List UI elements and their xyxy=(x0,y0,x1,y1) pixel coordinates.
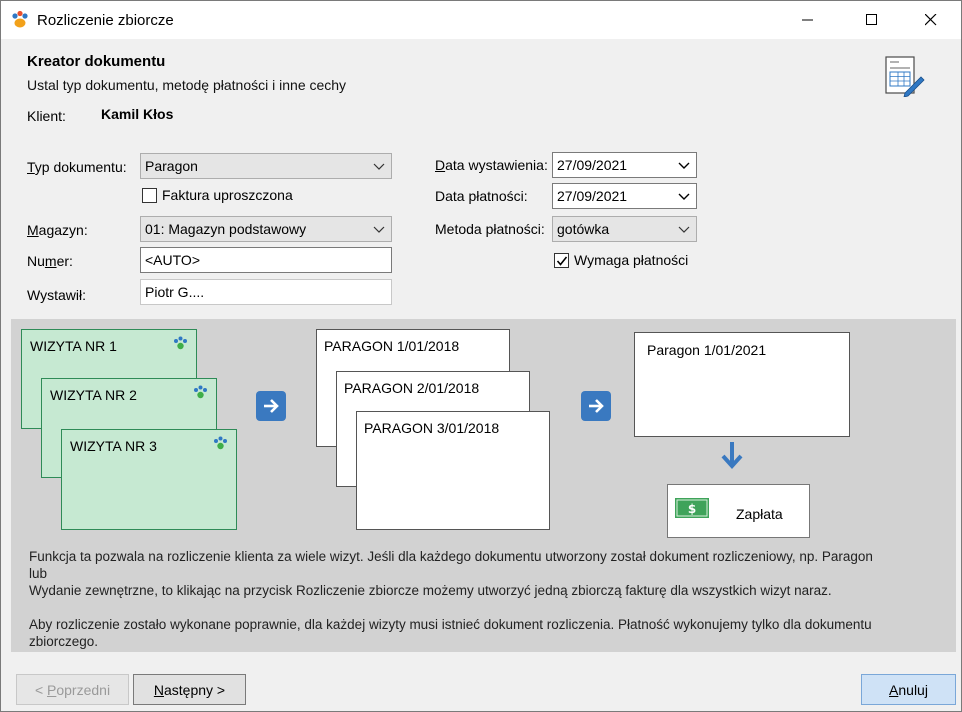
issuer-field: Piotr G.... xyxy=(140,279,392,305)
maximize-icon xyxy=(866,14,877,25)
chevron-down-icon xyxy=(678,226,690,233)
minimize-icon xyxy=(802,19,813,21)
payment-method-value: gotówka xyxy=(557,221,610,237)
description-paragraph-2: Aby rozliczenie zostało wykonane poprawn… xyxy=(29,616,909,650)
svg-text:$: $ xyxy=(688,502,696,516)
title-bar: Rozliczenie zbiorcze xyxy=(1,1,961,39)
paw-icon xyxy=(214,436,227,450)
simplified-invoice-checkbox[interactable]: Faktura uproszczona xyxy=(142,187,293,203)
issuer-value: Piotr G.... xyxy=(145,284,205,300)
cancel-button-mnemonic: A xyxy=(889,681,899,698)
previous-button-label: < xyxy=(34,681,48,698)
requires-payment-checkbox[interactable]: Wymaga płatności xyxy=(554,252,688,268)
chevron-down-icon xyxy=(373,163,385,170)
receipt-card-3: PARAGON 3/01/2018 xyxy=(356,411,550,530)
visit-card-label: WIZYTA NR 1 xyxy=(30,338,117,354)
description-line: Aby rozliczenie zostało wykonane poprawn… xyxy=(29,617,872,632)
receipt-card-label: PARAGON 1/01/2018 xyxy=(324,338,460,354)
warehouse-label: Magazyn: xyxy=(27,222,88,238)
issue-date-value: 27/09/2021 xyxy=(557,157,628,173)
chevron-down-icon xyxy=(678,162,690,169)
issue-date-picker[interactable]: 27/09/2021 xyxy=(552,152,697,178)
arrow-right-icon xyxy=(581,391,611,421)
warehouse-select[interactable]: 01: Magazyn podstawowy xyxy=(140,216,392,242)
app-paw-icon xyxy=(12,10,28,28)
client-name: Kamil Kłos xyxy=(101,106,174,122)
cancel-button[interactable]: Anuluj xyxy=(861,674,956,705)
description-line: Funkcja ta pozwala na rozliczenie klient… xyxy=(29,549,873,564)
next-button-label: astępny > xyxy=(164,681,226,698)
description-paragraph-1: Funkcja ta pozwala na rozliczenie klient… xyxy=(29,548,909,599)
visit-card-label: WIZYTA NR 2 xyxy=(50,387,137,403)
requires-payment-label: Wymaga płatności xyxy=(574,252,689,268)
payment-date-label: Data płatności: xyxy=(435,188,528,204)
payment-label: Zapłata xyxy=(736,506,783,522)
chevron-down-icon xyxy=(678,193,690,200)
document-edit-icon xyxy=(885,56,925,97)
illustration-panel: WIZYTA NR 1 WIZYTA NR 2 WIZYTA NR 3 PARA… xyxy=(11,319,956,652)
warehouse-value: 01: Magazyn podstawowy xyxy=(145,221,307,237)
simplified-invoice-label: Faktura uproszczona xyxy=(162,187,293,203)
receipt-card-label: PARAGON 2/01/2018 xyxy=(344,380,480,396)
chevron-down-icon xyxy=(373,226,385,233)
payment-method-label: Metoda płatności: xyxy=(435,221,545,237)
next-button-mnemonic: N xyxy=(153,681,164,698)
maximize-button[interactable] xyxy=(849,1,895,39)
receipt-card-label: PARAGON 3/01/2018 xyxy=(364,420,500,436)
doc-type-value: Paragon xyxy=(145,158,198,174)
description-line: zbiorczego. xyxy=(29,634,99,649)
window-title: Rozliczenie zbiorcze xyxy=(37,12,174,29)
wizard-header: Kreator dokumentu Ustal typ dokumentu, m… xyxy=(1,39,961,319)
number-label: Numer: xyxy=(27,253,73,269)
summary-receipt-label: Paragon 1/01/2021 xyxy=(647,342,767,358)
money-icon: $ xyxy=(675,498,709,518)
checkmark-icon xyxy=(556,256,568,266)
payment-date-value: 27/09/2021 xyxy=(557,188,628,204)
dialog-window: Rozliczenie zbiorcze Kreator dokumentu U… xyxy=(0,0,962,712)
close-button[interactable] xyxy=(908,1,954,39)
arrow-down-icon xyxy=(721,442,743,469)
checkbox-box xyxy=(142,187,157,203)
wizard-subtitle: Ustal typ dokumentu, metodę płatności i … xyxy=(27,77,347,93)
checkbox-box xyxy=(554,252,569,268)
client-label: Klient: xyxy=(27,108,66,124)
visit-card-3: WIZYTA NR 3 xyxy=(61,429,237,530)
doc-type-select[interactable]: Paragon xyxy=(140,153,392,179)
cancel-button-label: nuluj xyxy=(898,681,928,698)
minimize-button[interactable] xyxy=(785,1,831,39)
payment-method-select[interactable]: gotówka xyxy=(552,216,697,242)
previous-button-label-rest: oprzedni xyxy=(56,681,111,698)
number-input[interactable]: <AUTO> xyxy=(140,247,392,273)
doc-type-label: Typ dokumentu: xyxy=(27,159,127,175)
wizard-title: Kreator dokumentu xyxy=(27,53,166,70)
previous-button[interactable]: < Poprzedni xyxy=(16,674,129,705)
arrow-right-icon xyxy=(256,391,286,421)
description-line: lub xyxy=(29,566,48,581)
next-button[interactable]: Następny > xyxy=(133,674,246,705)
description-line: Wydanie zewnętrzne, to klikając na przyc… xyxy=(29,583,832,598)
close-icon xyxy=(925,14,937,26)
number-value: <AUTO> xyxy=(145,252,200,268)
previous-button-mnemonic: P xyxy=(47,681,57,698)
payment-card: $ Zapłata xyxy=(667,484,810,538)
paw-icon xyxy=(174,336,187,350)
payment-date-picker[interactable]: 27/09/2021 xyxy=(552,183,697,209)
paw-icon xyxy=(194,385,207,399)
summary-receipt-card: Paragon 1/01/2021 xyxy=(634,332,850,437)
issue-date-label: Data wystawienia: xyxy=(435,157,548,173)
issuer-label: Wystawił: xyxy=(27,287,86,303)
visit-card-label: WIZYTA NR 3 xyxy=(70,438,157,454)
